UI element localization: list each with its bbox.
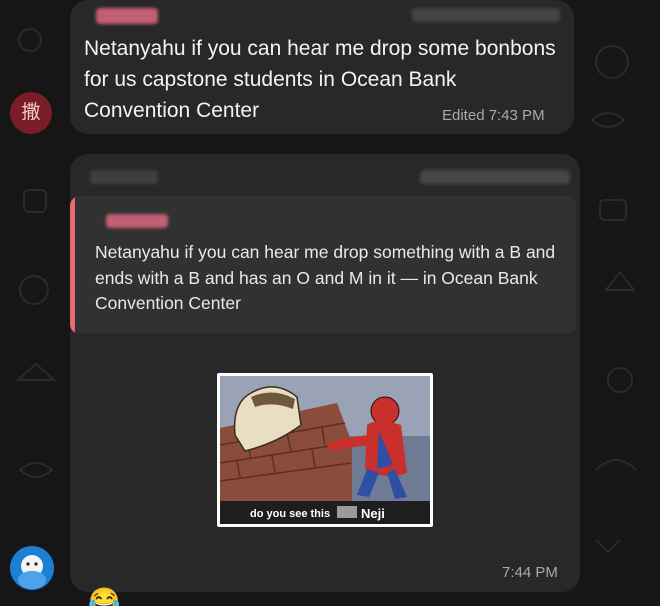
sender-avatar[interactable]: 撒 [10,92,52,134]
meme-illustration: do you see this Neji [219,376,430,524]
avatar-image [10,546,54,590]
reaction-emoji[interactable]: 😂 [88,586,128,606]
meme-caption-left: do you see this [250,508,330,520]
quoted-message-text: Netanyahu if you can hear me drop someth… [95,242,556,313]
sender-tag-redacted [420,170,570,184]
reply-quote[interactable]: Netanyahu if you can hear me drop someth… [70,196,576,334]
sender-tag-redacted [412,8,560,22]
meme-caption-right: Neji [361,506,385,521]
sender-name-redacted [96,8,158,24]
message-bubble[interactable]: Netanyahu if you can hear me drop some b… [70,0,574,134]
quoted-sender-redacted [106,214,168,228]
sender-avatar[interactable] [10,546,54,590]
message-time: 7:44 PM [502,564,558,581]
meme-image[interactable]: do you see this Neji [217,373,433,527]
avatar-initial: 撒 [21,102,41,123]
quote-accent-bar [70,196,75,334]
message-status: Edited 7:43 PM [442,107,545,124]
sender-name-redacted [90,170,158,184]
